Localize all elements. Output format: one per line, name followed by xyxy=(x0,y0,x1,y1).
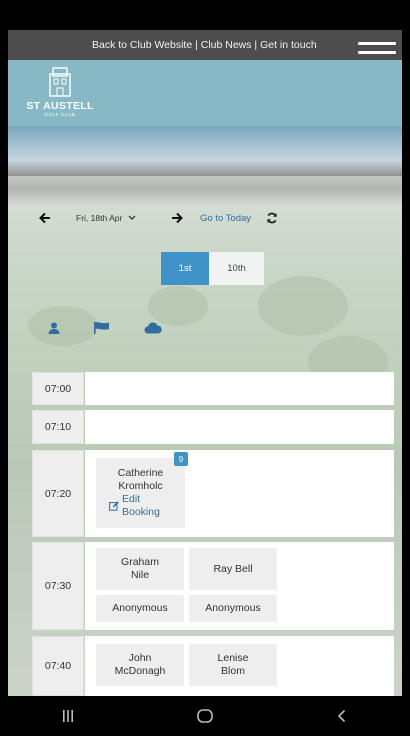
arrow-left-icon xyxy=(39,212,50,224)
player-card[interactable]: Graham Nile xyxy=(96,548,184,590)
go-to-today-button[interactable]: Go to Today xyxy=(200,213,251,224)
player-card[interactable]: Anonymous xyxy=(189,595,277,622)
tee-slot[interactable]: 07:00 xyxy=(32,372,394,405)
date-dropdown[interactable]: Fri, 18th Apr xyxy=(76,213,164,223)
arrow-right-icon xyxy=(172,212,183,224)
slot-body: John McDonagh Lenise Blom xyxy=(85,636,394,696)
player-name: Catherine Kromholc xyxy=(117,467,164,492)
system-navigation-bar xyxy=(0,696,410,736)
player-name: John McDonagh xyxy=(114,652,166,677)
slot-time: 07:00 xyxy=(32,372,84,405)
header-band: ST AUSTELL GOLF CLUB xyxy=(8,60,402,126)
player-card[interactable]: Lenise Blom xyxy=(189,644,277,686)
slot-body: Graham Nile Ray Bell Anonymous Anonymous xyxy=(85,542,394,630)
filter-icons xyxy=(48,322,162,334)
slot-body[interactable] xyxy=(85,372,394,405)
player-name: Ray Bell xyxy=(213,562,253,575)
slot-body: Catherine Kromholc Edit Booking 9 xyxy=(85,450,394,537)
player-card[interactable]: Anonymous xyxy=(96,595,184,622)
next-day-button[interactable] xyxy=(164,205,190,231)
player-card[interactable]: Ray Bell xyxy=(189,548,277,590)
date-navigation: Fri, 18th Apr Go to Today xyxy=(32,205,285,231)
date-label: Fri, 18th Apr xyxy=(76,213,123,223)
slot-time: 07:30 xyxy=(32,542,84,630)
tee-slot[interactable]: 07:40 John McDonagh Lenise Blom xyxy=(32,636,394,696)
tee-selector: 1st 10th xyxy=(161,252,264,285)
back-icon[interactable] xyxy=(335,709,349,723)
chevron-down-icon xyxy=(128,215,136,220)
tee-1st-button[interactable]: 1st xyxy=(161,252,209,285)
recent-apps-icon[interactable] xyxy=(61,709,75,723)
clubhouse-icon xyxy=(49,67,71,97)
previous-day-button[interactable] xyxy=(32,205,58,231)
tee-slot[interactable]: 07:10 xyxy=(32,410,394,444)
flag-icon[interactable] xyxy=(94,322,110,334)
status-bar xyxy=(0,0,410,30)
edit-icon xyxy=(109,501,119,511)
slot-time: 07:10 xyxy=(32,410,84,444)
logo-subtitle: GOLF CLUB xyxy=(44,112,76,117)
slot-time: 07:20 xyxy=(32,450,84,537)
user-icon[interactable] xyxy=(48,322,60,334)
top-bar: Back to Club Website | Club News | Get i… xyxy=(8,30,402,63)
player-name: Lenise Blom xyxy=(217,652,249,677)
refresh-icon xyxy=(267,212,277,224)
tee-slot[interactable]: 07:30 Graham Nile Ray Bell Anonymous Ano… xyxy=(32,542,394,630)
tee-slot[interactable]: 07:20 Catherine Kromholc Edit Booking 9 xyxy=(32,450,394,537)
club-logo[interactable]: ST AUSTELL GOLF CLUB xyxy=(21,66,99,124)
refresh-button[interactable] xyxy=(259,205,285,231)
edit-booking-label: Edit Booking xyxy=(122,493,160,518)
logo-name: ST AUSTELL xyxy=(26,100,94,112)
top-links[interactable]: Back to Club Website | Club News | Get i… xyxy=(92,39,317,51)
top-links-text[interactable]: Back to Club Website | Club News | Get i… xyxy=(92,39,317,51)
slot-time: 07:40 xyxy=(32,636,84,696)
tee-10th-button[interactable]: 10th xyxy=(209,252,264,285)
slot-body[interactable] xyxy=(85,410,394,444)
player-card[interactable]: Catherine Kromholc Edit Booking 9 xyxy=(96,452,188,528)
weather-cloud-icon[interactable] xyxy=(144,322,162,334)
edit-booking-link[interactable]: Edit Booking xyxy=(109,493,172,519)
home-icon[interactable] xyxy=(196,709,214,723)
player-name: Anonymous xyxy=(112,602,168,614)
player-card[interactable]: John McDonagh xyxy=(96,644,184,686)
holes-badge: 9 xyxy=(174,452,188,466)
player-name: Graham Nile xyxy=(121,556,159,581)
player-name: Anonymous xyxy=(205,602,261,614)
